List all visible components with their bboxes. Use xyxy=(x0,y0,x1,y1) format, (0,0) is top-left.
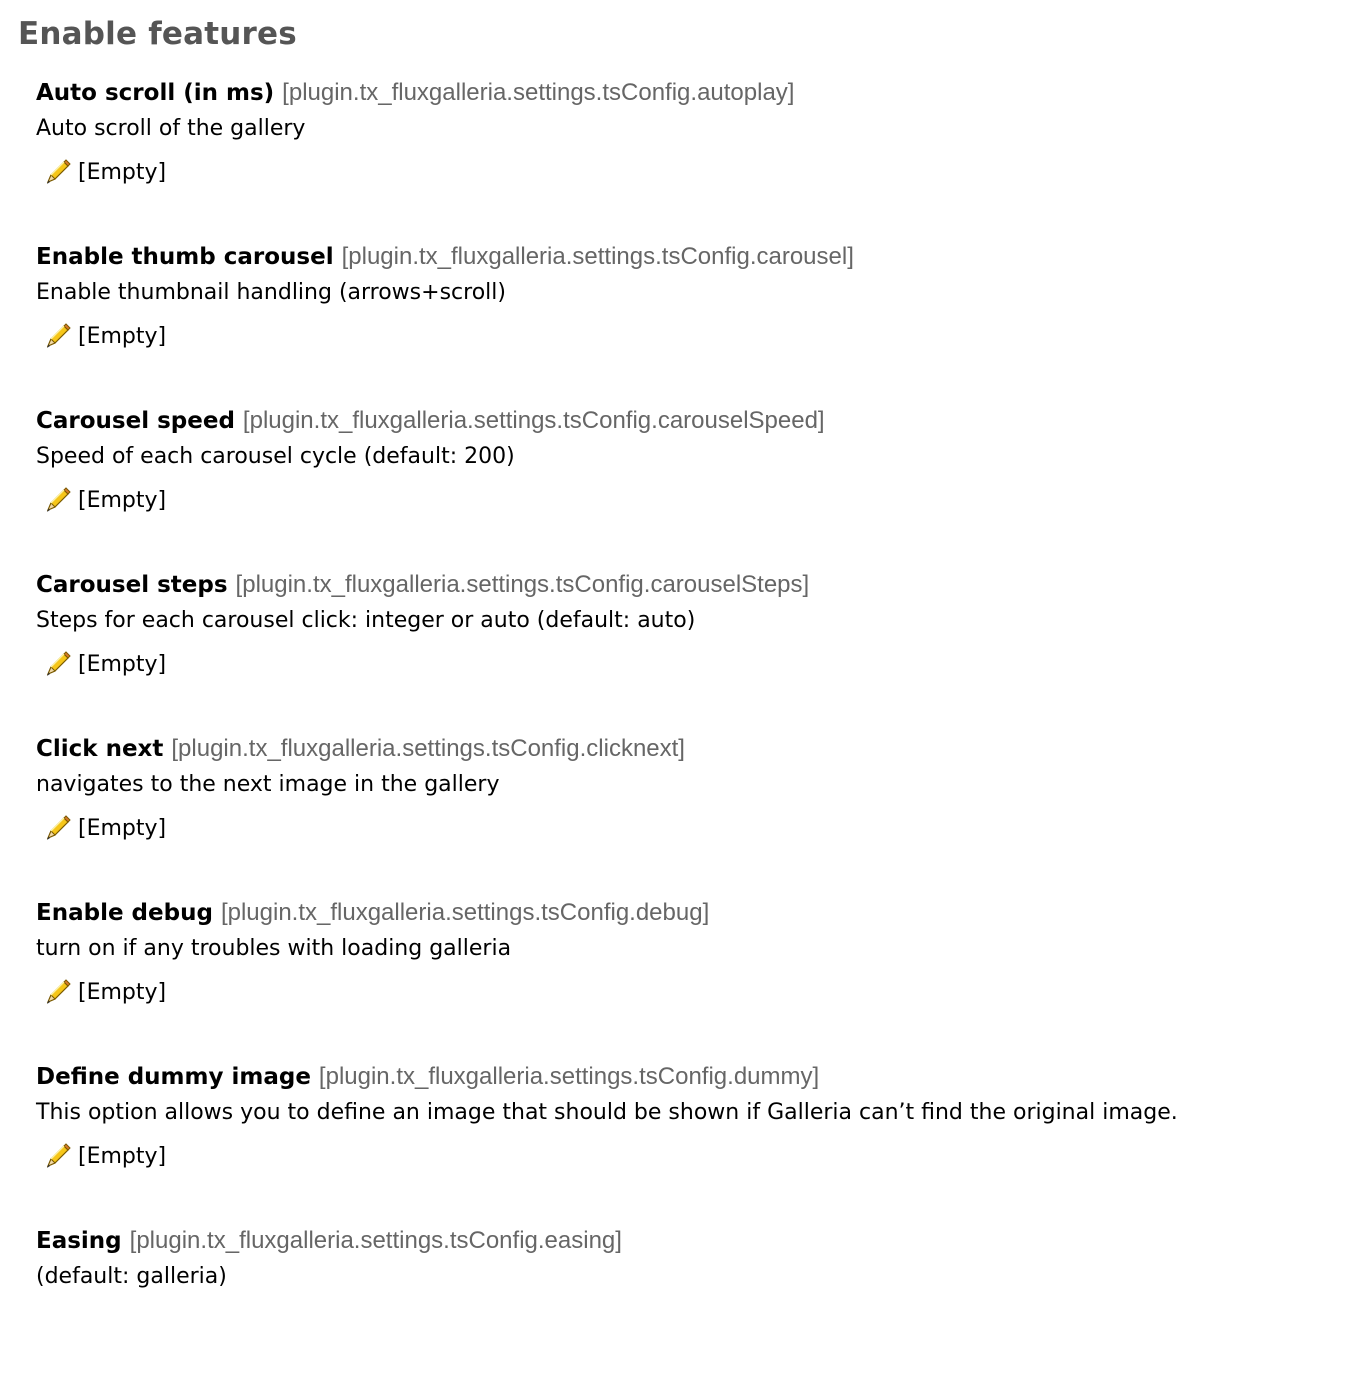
edit-value-button[interactable]: [Empty] xyxy=(42,156,1336,190)
setting-value[interactable]: [Empty] xyxy=(78,156,166,190)
setting-header: Enable thumb carousel [plugin.tx_fluxgall… xyxy=(36,238,1336,276)
setting-label: Click next xyxy=(36,736,164,762)
setting-value[interactable]: [Empty] xyxy=(78,648,166,682)
setting-debug: Enable debug [plugin.tx_fluxgalleria.sett… xyxy=(36,894,1336,1058)
setting-value[interactable]: [Empty] xyxy=(78,484,166,518)
setting-value[interactable]: [Empty] xyxy=(78,1140,166,1174)
setting-label: Define dummy image xyxy=(36,1064,311,1090)
settings-list: Auto scroll (in ms) [plugin.tx_fluxgaller… xyxy=(36,74,1336,1386)
pencil-icon[interactable] xyxy=(42,814,72,844)
setting-carousel-speed: Carousel speed [plugin.tx_fluxgalleria.se… xyxy=(36,402,1336,566)
edit-value-button[interactable]: [Empty] xyxy=(42,812,1336,846)
setting-description: This option allows you to define an imag… xyxy=(36,1100,1178,1125)
edit-value-button[interactable]: [Empty] xyxy=(42,320,1336,354)
edit-value-button[interactable]: [Empty] xyxy=(42,1140,1336,1174)
setting-key: [plugin.tx_fluxgalleria.settings.tsConfi… xyxy=(341,243,854,270)
setting-dummy: Define dummy image [plugin.tx_fluxgalleri… xyxy=(36,1058,1336,1222)
pencil-icon[interactable] xyxy=(42,978,72,1008)
setting-header: Click next [plugin.tx_fluxgalleria.settin… xyxy=(36,730,1336,768)
setting-label: Auto scroll (in ms) xyxy=(36,80,275,106)
setting-header: Easing [plugin.tx_fluxgalleria.settings.t… xyxy=(36,1222,1336,1260)
setting-carousel: Enable thumb carousel [plugin.tx_fluxgall… xyxy=(36,238,1336,402)
setting-key: [plugin.tx_fluxgalleria.settings.tsConfi… xyxy=(220,899,710,926)
pencil-icon[interactable] xyxy=(42,486,72,516)
pencil-icon[interactable] xyxy=(42,650,72,680)
setting-description: (default: galleria) xyxy=(36,1264,227,1289)
setting-autoplay: Auto scroll (in ms) [plugin.tx_fluxgaller… xyxy=(36,74,1336,238)
setting-header: Enable debug [plugin.tx_fluxgalleria.sett… xyxy=(36,894,1336,932)
setting-label: Easing xyxy=(36,1228,122,1254)
setting-label: Enable debug xyxy=(36,900,213,926)
setting-description: navigates to the next image in the galle… xyxy=(36,772,500,797)
setting-header: Carousel steps [plugin.tx_fluxgalleria.se… xyxy=(36,566,1336,604)
setting-clicknext: Click next [plugin.tx_fluxgalleria.settin… xyxy=(36,730,1336,894)
setting-value[interactable]: [Empty] xyxy=(78,812,166,846)
setting-key: [plugin.tx_fluxgalleria.settings.tsConfi… xyxy=(282,79,795,106)
setting-key: [plugin.tx_fluxgalleria.settings.tsConfi… xyxy=(242,407,825,434)
setting-key: [plugin.tx_fluxgalleria.settings.tsConfi… xyxy=(129,1227,622,1254)
setting-header: Auto scroll (in ms) [plugin.tx_fluxgaller… xyxy=(36,74,1336,112)
pencil-icon[interactable] xyxy=(42,158,72,188)
setting-key: [plugin.tx_fluxgalleria.settings.tsConfi… xyxy=(318,1063,820,1090)
setting-label: Carousel speed xyxy=(36,408,235,434)
setting-header: Define dummy image [plugin.tx_fluxgalleri… xyxy=(36,1058,1336,1096)
setting-description: Speed of each carousel cycle (default: 2… xyxy=(36,444,515,469)
setting-key: [plugin.tx_fluxgalleria.settings.tsConfi… xyxy=(171,735,685,762)
setting-label: Enable thumb carousel xyxy=(36,244,334,270)
setting-description: Steps for each carousel click: integer o… xyxy=(36,608,696,633)
setting-description: Auto scroll of the gallery xyxy=(36,116,306,141)
setting-description: turn on if any troubles with loading gal… xyxy=(36,936,512,961)
setting-carousel-steps: Carousel steps [plugin.tx_fluxgalleria.se… xyxy=(36,566,1336,730)
setting-header: Carousel speed [plugin.tx_fluxgalleria.se… xyxy=(36,402,1336,440)
setting-value[interactable]: [Empty] xyxy=(78,976,166,1010)
setting-key: [plugin.tx_fluxgalleria.settings.tsConfi… xyxy=(235,571,810,598)
edit-value-button[interactable]: [Empty] xyxy=(42,648,1336,682)
setting-easing: Easing [plugin.tx_fluxgalleria.settings.t… xyxy=(36,1222,1336,1386)
section-title: Enable features xyxy=(18,16,297,52)
pencil-icon[interactable] xyxy=(42,1142,72,1172)
setting-description: Enable thumbnail handling (arrows+scroll… xyxy=(36,280,506,305)
setting-value[interactable]: [Empty] xyxy=(78,320,166,354)
pencil-icon[interactable] xyxy=(42,322,72,352)
edit-value-button[interactable]: [Empty] xyxy=(42,484,1336,518)
edit-value-button[interactable]: [Empty] xyxy=(42,976,1336,1010)
setting-label: Carousel steps xyxy=(36,572,228,598)
